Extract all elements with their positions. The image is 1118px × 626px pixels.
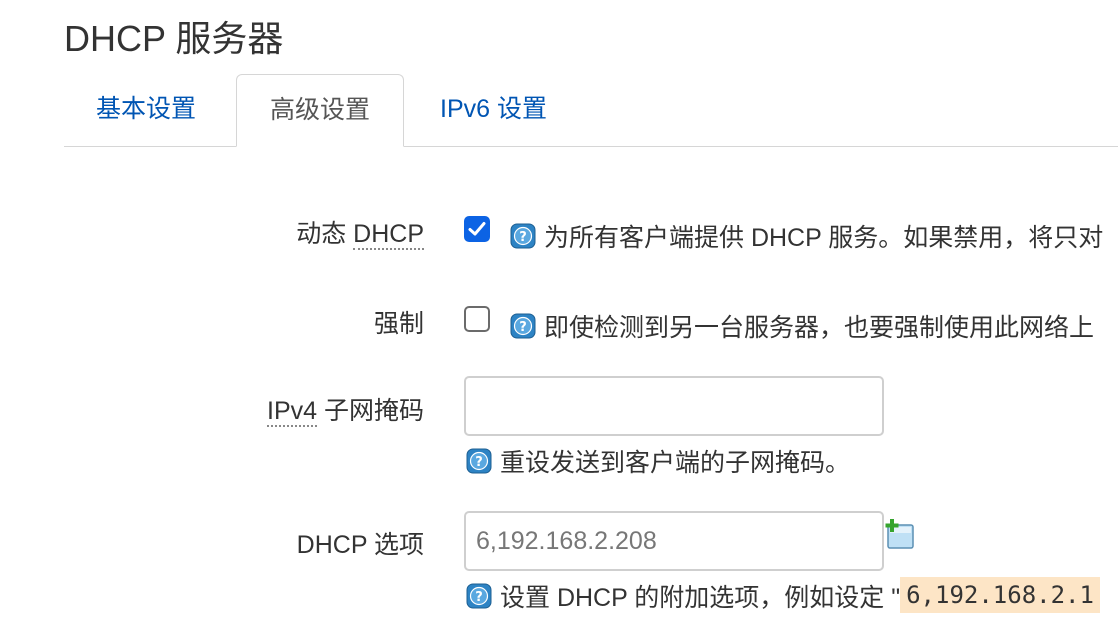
tab-basic-settings[interactable]: 基本设置: [96, 74, 196, 145]
checkmark-icon: [468, 222, 486, 236]
dhcp-abbr: DHCP: [353, 220, 424, 250]
ipv4-abbr: IPv4: [267, 397, 318, 427]
page-title: DHCP 服务器: [64, 18, 284, 59]
netmask-help-text: 重设发送到客户端的子网掩码。: [500, 449, 851, 477]
tab-bar: 基本设置 高级设置 IPv6 设置: [64, 74, 1118, 147]
dhcp-options-help: ? 设置 DHCP 的附加选项，例如设定 " 6,192.168.2.1: [466, 576, 1100, 614]
force-help-text: 即使检测到另一台服务器，也要强制使用此网络上: [544, 314, 1095, 342]
dhcp-options-input[interactable]: [464, 511, 884, 571]
dynamic-dhcp-help-text: 为所有客户端提供 DHCP 服务。如果禁用，将只对: [544, 224, 1104, 252]
question-mark-icon: ?: [466, 448, 492, 474]
tab-advanced-settings[interactable]: 高级设置: [236, 74, 404, 147]
ipv4-netmask-label: IPv4 子网掩码: [267, 391, 424, 427]
dynamic-dhcp-help: ? 为所有客户端提供 DHCP 服务。如果禁用，将只对: [510, 218, 1103, 254]
dynamic-dhcp-label-prefix: 动态: [296, 220, 354, 248]
force-help: ? 即使检测到另一台服务器，也要强制使用此网络上: [510, 308, 1094, 344]
svg-text:?: ?: [475, 455, 483, 470]
svg-text:?: ?: [475, 590, 483, 605]
tab-ipv6-settings[interactable]: IPv6 设置: [440, 74, 547, 145]
dhcp-server-page: DHCP 服务器 基本设置 高级设置 IPv6 设置 动态 DHCP ? 为所有…: [0, 0, 1118, 626]
question-mark-icon: ?: [510, 313, 536, 339]
add-item-icon[interactable]: [885, 518, 915, 550]
dynamic-dhcp-checkbox[interactable]: [464, 216, 490, 242]
ipv4-netmask-input[interactable]: [464, 376, 884, 436]
force-checkbox[interactable]: [464, 306, 490, 332]
dhcp-options-label: DHCP 选项: [296, 531, 424, 559]
svg-text:?: ?: [519, 230, 527, 245]
question-mark-icon: ?: [466, 583, 492, 609]
netmask-help: ? 重设发送到客户端的子网掩码。: [466, 443, 850, 479]
force-label: 强制: [373, 310, 424, 338]
svg-text:?: ?: [519, 320, 527, 335]
dynamic-dhcp-label: 动态 DHCP: [296, 214, 424, 250]
netmask-label-suffix: 子网掩码: [317, 397, 424, 425]
question-mark-icon: ?: [510, 223, 536, 249]
dhcp-options-example-code: 6,192.168.2.1: [900, 576, 1100, 613]
dhcp-options-help-text: 设置 DHCP 的附加选项，例如设定 ": [500, 584, 901, 612]
